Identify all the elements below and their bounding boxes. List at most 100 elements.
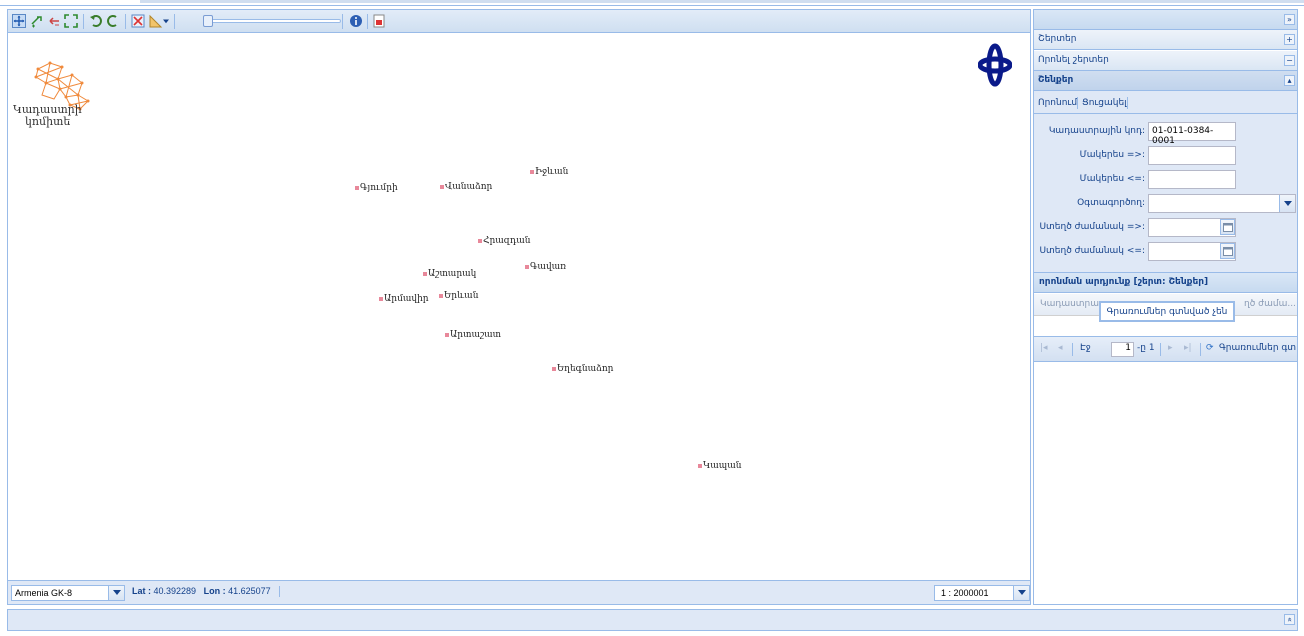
city-marker <box>525 265 529 269</box>
collapse-panel-button[interactable]: » <box>1284 14 1295 25</box>
city-marker <box>445 333 449 337</box>
accordion-buildings[interactable]: Շենքեր ▴ <box>1034 71 1297 91</box>
pager-separator <box>1072 343 1073 356</box>
lat-value: 40.392289 <box>153 586 197 596</box>
created-from-label: Ստեղծ ժամանակ =>: <box>1039 222 1145 232</box>
page-number-input[interactable]: 1 <box>1111 342 1134 357</box>
zoom-slider[interactable] <box>203 15 343 27</box>
chevron-down-icon[interactable] <box>1013 586 1029 600</box>
collapse-search-layers-button[interactable]: − <box>1284 55 1295 66</box>
pan-tool-icon[interactable] <box>11 13 27 29</box>
city-name: Գավառ <box>530 262 567 272</box>
no-records-message: Գրառումներ գտնված չեն <box>1099 301 1235 322</box>
map-status-bar: Armenia GK-8 Lat : 40.392289 Lon : 41.62… <box>8 580 1030 604</box>
toolbar-separator <box>125 14 126 29</box>
tab-separator <box>1127 97 1128 109</box>
accordion-layers[interactable]: Շերտեր + <box>1034 30 1297 50</box>
city-label: Երևան <box>439 291 478 301</box>
prev-page-icon[interactable]: ◂ <box>1058 343 1063 353</box>
zoom-slider-thumb[interactable] <box>203 15 213 27</box>
last-page-icon[interactable]: ▸| <box>1184 343 1192 353</box>
measure-dropdown-icon[interactable] <box>162 13 170 29</box>
scale-select[interactable]: 1 : 2000001 <box>934 585 1030 601</box>
refresh-label: Գրառումներ գտ <box>1219 343 1297 353</box>
city-name: Գյումրի <box>360 183 398 193</box>
accordion-search-layers[interactable]: Որոնել շերտեր − <box>1034 51 1297 71</box>
user-combo[interactable] <box>1148 194 1296 213</box>
calendar-icon[interactable] <box>1220 243 1235 259</box>
city-marker <box>439 294 443 298</box>
page-label: Էջ <box>1080 343 1091 353</box>
created-from-row: Ստեղծ ժամանակ =>: <box>1034 218 1297 238</box>
city-name: Արմավիր <box>384 294 429 304</box>
column-cadastral-code[interactable]: Կադաստրա <box>1040 299 1099 309</box>
city-label: Իջևան <box>530 167 568 177</box>
info-icon[interactable] <box>348 13 364 29</box>
select-features-icon[interactable] <box>130 13 146 29</box>
city-label: Կապան <box>698 461 742 471</box>
tab-list[interactable]: Ցուցակել <box>1082 95 1127 111</box>
tab-search[interactable]: Որոնում <box>1038 95 1077 111</box>
city-marker <box>530 170 534 174</box>
cadastral-code-row: Կադաստրային կոդ: 01-011-0384-0001 <box>1034 122 1297 146</box>
city-name: Եղեգնաձոր <box>557 364 614 374</box>
city-marker <box>478 239 482 243</box>
search-form: Կադաստրային կոդ: 01-011-0384-0001 Մակերե… <box>1034 114 1297 272</box>
map-panel: Կադաստրի կոմիտե Գյումրի Վանաձոր Իջևան Հր… <box>7 9 1031 605</box>
city-marker <box>698 464 702 468</box>
first-page-icon[interactable]: |◂ <box>1040 343 1048 353</box>
projection-select[interactable]: Armenia GK-8 <box>11 585 125 601</box>
logo-text: Կադաստրի կոմիտե <box>13 104 83 128</box>
search-tabs: Որոնում Ցուցակել <box>1034 91 1297 114</box>
cadastral-code-input[interactable]: 01-011-0384-0001 <box>1148 122 1236 146</box>
expand-bottom-panel-button[interactable]: » <box>1284 614 1295 625</box>
next-page-icon[interactable]: ▸ <box>1168 343 1173 353</box>
cadastral-code-label: Կադաստրային կոդ: <box>1048 126 1145 136</box>
city-marker <box>552 367 556 371</box>
map-toolbar <box>8 10 1030 33</box>
lon-label: Lon : <box>203 586 226 596</box>
expand-layers-button[interactable]: + <box>1284 34 1295 45</box>
user-row: Օգտագործող: <box>1034 194 1297 214</box>
city-name: Վանաձոր <box>445 182 493 192</box>
projection-value: Armenia GK-8 <box>15 588 73 598</box>
column-created-time[interactable]: ղծ ժամա... <box>1244 299 1296 309</box>
zoom-out-icon[interactable] <box>46 13 62 29</box>
right-side-panel: » Շերտեր + Որոնել շերտեր − Շենքեր ▴ Որոն… <box>1033 9 1298 605</box>
toolbar-separator <box>174 14 175 29</box>
full-extent-icon[interactable] <box>63 13 79 29</box>
previous-extent-icon[interactable] <box>88 13 104 29</box>
city-label: Աշտարակ <box>423 269 476 279</box>
results-panel-header: որոնման արդյունք [շերտ: Շենքեր] <box>1034 272 1297 293</box>
chevron-down-icon[interactable] <box>1279 195 1295 212</box>
toolbar-separator <box>83 14 84 29</box>
results-title: որոնման արդյունք [շերտ: Շենքեր] <box>1039 277 1209 287</box>
chevron-down-icon[interactable] <box>108 586 124 600</box>
lat-label: Lat : <box>132 586 151 596</box>
city-name: Աշտարակ <box>428 269 477 279</box>
calendar-icon[interactable] <box>1220 219 1235 235</box>
zoom-in-icon[interactable] <box>29 13 45 29</box>
lon-value: 41.625077 <box>228 586 271 596</box>
city-name: Արտաշատ <box>450 330 502 340</box>
map-canvas[interactable]: Կադաստրի կոմիտե Գյումրի Վանաձոր Իջևան Հր… <box>8 34 1030 580</box>
city-marker <box>355 186 359 190</box>
area-to-input[interactable] <box>1148 170 1236 189</box>
area-from-input[interactable] <box>1148 146 1236 165</box>
coordinate-readout: Lat : 40.392289 Lon : 41.625077 <box>132 586 281 598</box>
paging-toolbar: |◂ ◂ Էջ 1 -ը 1 ▸ ▸| ⟳ Գրառումներ գտ <box>1034 336 1297 362</box>
print-icon[interactable] <box>371 13 387 29</box>
next-extent-icon[interactable] <box>105 13 121 29</box>
zoom-slider-track[interactable] <box>211 19 341 23</box>
page-count: -ը 1 <box>1137 343 1155 353</box>
accordion-layers-label: Շերտեր <box>1038 34 1077 44</box>
area-to-row: Մակերես <=: <box>1034 170 1297 190</box>
side-panel-header: » <box>1034 10 1297 30</box>
refresh-icon[interactable]: ⟳ <box>1206 343 1214 353</box>
pager-separator <box>1160 343 1161 356</box>
accordion-search-layers-label: Որոնել շերտեր <box>1038 55 1109 65</box>
area-to-label: Մակերես <=: <box>1079 174 1145 184</box>
user-label: Օգտագործող: <box>1077 198 1145 208</box>
scale-value: 1 : 2000001 <box>941 588 989 598</box>
collapse-buildings-button[interactable]: ▴ <box>1284 75 1295 86</box>
